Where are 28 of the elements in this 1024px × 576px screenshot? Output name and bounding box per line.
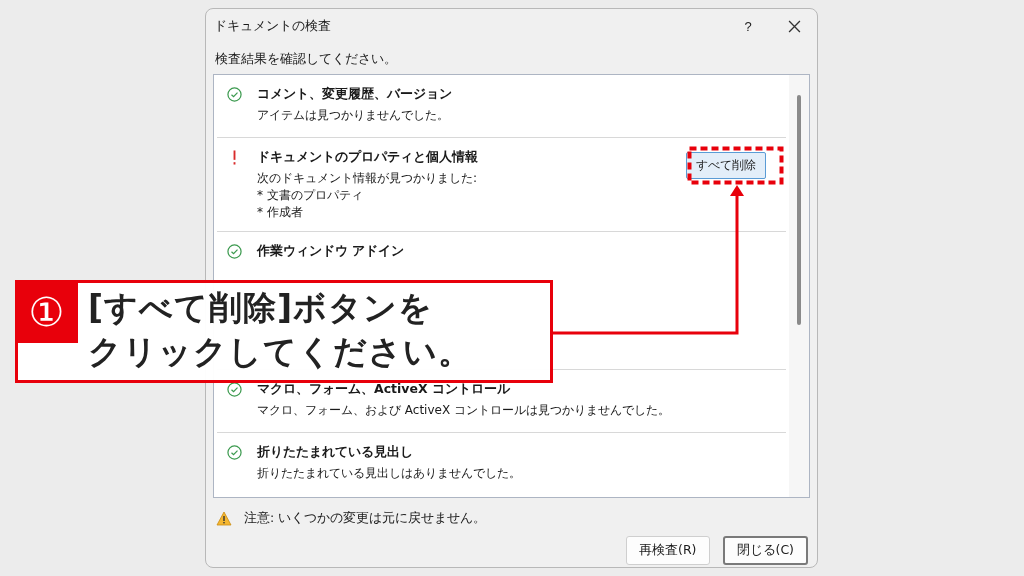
scrollbar[interactable]: [789, 75, 809, 497]
result-detail: マクロ、フォーム、および ActiveX コントロールは見つかりませんでした。: [257, 402, 670, 419]
check-circle-icon: [227, 244, 242, 259]
warning-text: 注意: いくつかの変更は元に戻せません。: [244, 510, 487, 527]
instruction-text: 検査結果を確認してください。: [214, 50, 398, 68]
result-title: コメント、変更履歴、バージョン: [257, 86, 452, 103]
result-detail: * 作成者: [257, 204, 304, 221]
result-title: 作業ウィンドウ アドイン: [257, 243, 405, 260]
result-title: マクロ、フォーム、ActiveX コントロール: [257, 381, 511, 398]
check-circle-icon: [227, 445, 242, 460]
step-number: ①: [15, 280, 78, 343]
close-icon: [787, 19, 801, 33]
scrollbar-thumb[interactable]: [797, 95, 801, 325]
result-detail: 折りたたまれている見出しはありませんでした。: [257, 465, 521, 482]
result-detail: * 文書のプロパティ: [257, 187, 364, 204]
result-detail: アイテムは見つかりませんでした。: [257, 107, 450, 124]
result-title: ドキュメントのプロパティと個人情報: [257, 149, 478, 166]
window-title: ドキュメントの検査: [214, 17, 332, 35]
dialog-button[interactable]: 再検査(R): [626, 536, 710, 565]
warning-icon: [216, 511, 232, 526]
help-button[interactable]: ?: [725, 9, 771, 43]
check-circle-icon: [227, 87, 242, 102]
callout-text: [すべて削除]ボタンを クリックしてください。: [87, 287, 472, 373]
check-circle-icon: [227, 382, 242, 397]
remove-all-button[interactable]: すべて削除: [686, 152, 766, 179]
result-detail: 次のドキュメント情報が見つかりました:: [257, 170, 478, 187]
result-title: 折りたたまれている見出し: [257, 444, 414, 461]
dialog-button[interactable]: 閉じる(C): [722, 536, 808, 565]
